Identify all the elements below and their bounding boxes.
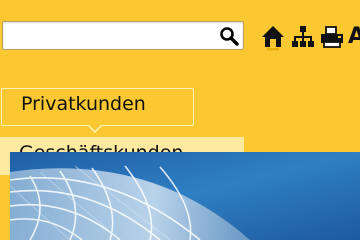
search-box [2, 21, 244, 50]
font-size-button[interactable]: A [348, 24, 360, 50]
search-icon[interactable] [219, 26, 239, 46]
home-icon[interactable] [261, 25, 285, 51]
tab-privatkunden-label: Privatkunden [21, 93, 146, 115]
tab-privatkunden[interactable]: Privatkunden [1, 88, 194, 126]
printer-icon[interactable] [320, 25, 344, 51]
search-input[interactable] [7, 25, 217, 46]
sitemap-icon[interactable] [291, 25, 315, 51]
hero-image [10, 152, 360, 240]
